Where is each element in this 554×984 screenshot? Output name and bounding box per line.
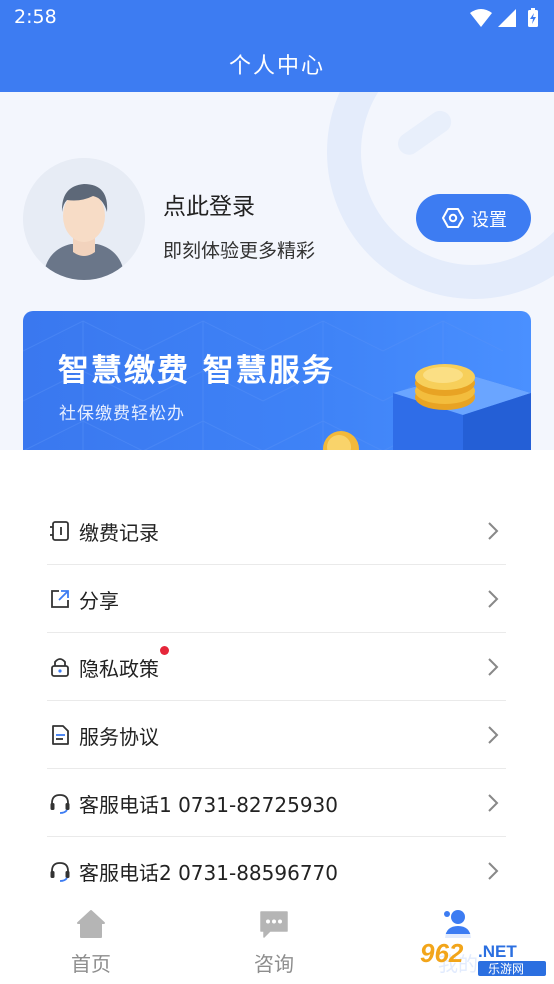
coins-illustration bbox=[323, 364, 531, 450]
menu-label: 客服电话2 0731-88596770 bbox=[79, 861, 338, 885]
svg-text:乐游网: 乐游网 bbox=[488, 962, 524, 976]
document-icon bbox=[52, 725, 69, 745]
svg-text:962: 962 bbox=[420, 938, 464, 968]
chevron-right-icon bbox=[488, 658, 499, 676]
settings-icon bbox=[442, 208, 464, 228]
signal-icon bbox=[498, 9, 516, 27]
menu-item-service-agreement[interactable]: 服务协议 bbox=[47, 701, 506, 769]
chevron-right-icon bbox=[488, 522, 499, 540]
chevron-right-icon bbox=[488, 794, 499, 812]
share-icon bbox=[51, 590, 69, 608]
page-title: 个人中心 bbox=[228, 54, 325, 79]
banner-subtitle: 社保缴费轻松办 bbox=[59, 404, 185, 424]
nav-home[interactable]: 首页 bbox=[31, 898, 151, 984]
menu-label: 服务协议 bbox=[79, 725, 159, 749]
svg-text:.NET: .NET bbox=[478, 942, 517, 961]
bill-record-icon bbox=[50, 521, 69, 541]
battery-icon bbox=[528, 8, 538, 27]
login-subtitle: 即刻体验更多精彩 bbox=[163, 240, 316, 262]
user-avatar-icon bbox=[23, 158, 145, 280]
menu-label: 隐私政策 bbox=[79, 657, 159, 681]
settings-button[interactable]: 设置 bbox=[416, 194, 531, 242]
settings-label: 设置 bbox=[471, 210, 507, 231]
chevron-right-icon bbox=[488, 862, 499, 880]
app-header: 个人中心 bbox=[0, 36, 554, 92]
chat-icon bbox=[260, 911, 288, 938]
profile-area: 点此登录 即刻体验更多精彩 设置 智慧缴费 智慧服务 社保缴费轻松办 bbox=[0, 92, 554, 450]
nav-consult[interactable]: 咨询 bbox=[214, 898, 334, 984]
chevron-right-icon bbox=[488, 590, 499, 608]
notification-badge bbox=[160, 646, 169, 655]
menu-item-bill-record[interactable]: 缴费记录 bbox=[47, 497, 506, 565]
promo-banner[interactable]: 智慧缴费 智慧服务 社保缴费轻松办 bbox=[23, 311, 531, 450]
chevron-right-icon bbox=[488, 726, 499, 744]
home-icon bbox=[77, 910, 105, 938]
menu-item-share[interactable]: 分享 bbox=[47, 565, 506, 633]
lock-icon bbox=[51, 658, 69, 677]
menu-item-hotline-2[interactable]: 客服电话2 0731-88596770 bbox=[47, 837, 506, 905]
nav-label: 咨询 bbox=[254, 952, 294, 976]
menu-item-privacy-policy[interactable]: 隐私政策 bbox=[47, 633, 506, 701]
status-bar: 2:58 bbox=[0, 0, 554, 36]
site-watermark-logo: 962 .NET 乐游网 bbox=[414, 934, 550, 978]
menu-list: 缴费记录 分享 隐私政策 服务协议 客服电话1 0731-82725930 客服… bbox=[47, 497, 506, 905]
status-time: 2:58 bbox=[14, 6, 57, 28]
headset-icon bbox=[50, 862, 70, 882]
nav-label: 首页 bbox=[71, 952, 111, 976]
menu-label: 客服电话1 0731-82725930 bbox=[79, 793, 338, 817]
status-icons bbox=[470, 8, 538, 27]
login-title[interactable]: 点此登录 bbox=[163, 187, 255, 221]
headset-icon bbox=[50, 794, 70, 814]
menu-label: 分享 bbox=[79, 589, 119, 613]
menu-label: 缴费记录 bbox=[79, 521, 159, 545]
wifi-icon bbox=[470, 9, 492, 27]
avatar[interactable] bbox=[23, 158, 145, 280]
menu-item-hotline-1[interactable]: 客服电话1 0731-82725930 bbox=[47, 769, 506, 837]
